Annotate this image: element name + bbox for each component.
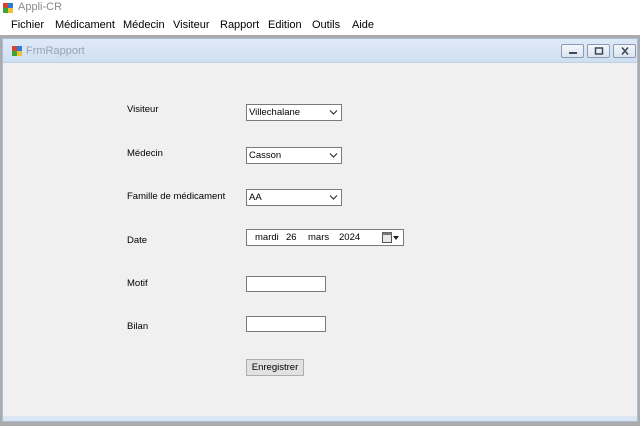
minimize-button[interactable] — [561, 44, 584, 58]
app-titlebar: Appli-CR — [0, 0, 640, 16]
date-year[interactable]: 2024 — [339, 232, 360, 243]
date-day[interactable]: 26 — [286, 232, 297, 243]
visiteur-value: Villechalane — [249, 107, 301, 118]
menu-aide[interactable]: Aide — [352, 19, 374, 31]
restore-button[interactable] — [587, 44, 610, 58]
bilan-input[interactable] — [246, 316, 326, 332]
motif-label: Motif — [127, 278, 148, 289]
restore-icon — [594, 47, 604, 55]
chevron-down-icon — [329, 110, 338, 115]
famille-label: Famille de médicament — [127, 191, 226, 202]
child-titlebar[interactable]: FrmRapport — [3, 39, 637, 63]
date-picker[interactable]: mardi 26 mars 2024 — [246, 229, 404, 246]
menu-visiteur[interactable]: Visiteur — [173, 19, 209, 31]
menu-outils[interactable]: Outils — [312, 19, 340, 31]
bilan-label: Bilan — [127, 321, 149, 332]
date-month[interactable]: mars — [308, 232, 329, 243]
visiteur-combobox[interactable]: Villechalane — [246, 104, 342, 121]
child-bottom-border — [3, 416, 637, 421]
app-icon — [2, 2, 14, 14]
frm-rapport-window: FrmRapport Visiteur Villechalane Médecin… — [2, 38, 638, 422]
menu-fichier[interactable]: Fichier — [11, 19, 44, 31]
chevron-down-icon — [329, 153, 338, 158]
menu-medicament[interactable]: Médicament — [55, 19, 115, 31]
chevron-down-icon — [329, 195, 338, 200]
form-icon — [12, 46, 22, 56]
date-weekday[interactable]: mardi — [255, 232, 279, 243]
famille-value: AA — [249, 192, 262, 203]
enregistrer-button[interactable]: Enregistrer — [246, 359, 304, 376]
medecin-label: Médecin — [127, 148, 163, 159]
child-title: FrmRapport — [26, 45, 85, 57]
calendar-dropdown-icon[interactable] — [382, 232, 400, 243]
menu-medecin[interactable]: Médecin — [123, 19, 165, 31]
close-button[interactable] — [613, 44, 636, 58]
close-icon — [621, 47, 629, 55]
menu-rapport[interactable]: Rapport — [220, 19, 259, 31]
app-title: Appli-CR — [18, 1, 63, 13]
menu-edition[interactable]: Edition — [268, 19, 302, 31]
famille-combobox[interactable]: AA — [246, 189, 342, 206]
date-label: Date — [127, 235, 148, 246]
medecin-combobox[interactable]: Casson — [246, 147, 342, 164]
minimize-icon — [569, 52, 577, 54]
visiteur-label: Visiteur — [127, 104, 159, 115]
menu-bar: Fichier Médicament Médecin Visiteur Rapp… — [0, 16, 640, 35]
motif-input[interactable] — [246, 276, 326, 292]
medecin-value: Casson — [249, 150, 282, 161]
